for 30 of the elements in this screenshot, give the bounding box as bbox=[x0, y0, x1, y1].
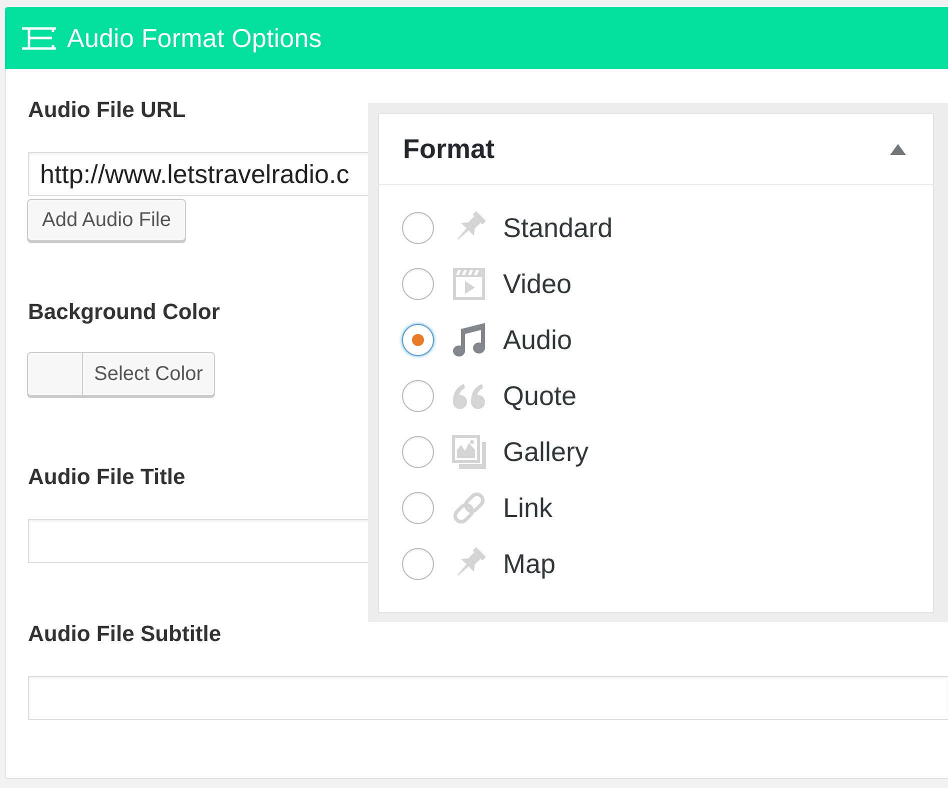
panel-title: Audio Format Options bbox=[67, 23, 322, 53]
format-option-label[interactable]: Standard bbox=[503, 212, 613, 244]
radio-button[interactable] bbox=[402, 492, 434, 524]
radio-button[interactable] bbox=[402, 212, 434, 244]
format-option-label[interactable]: Link bbox=[503, 492, 553, 524]
radio-button[interactable] bbox=[402, 380, 434, 412]
input-field[interactable] bbox=[28, 676, 948, 720]
format-option-label[interactable]: Map bbox=[503, 548, 556, 580]
video-icon bbox=[451, 266, 487, 302]
link-icon bbox=[451, 490, 487, 526]
radio-button[interactable] bbox=[402, 324, 434, 356]
color-swatch-icon bbox=[28, 353, 83, 395]
field-label: Audio File URL bbox=[28, 97, 186, 123]
format-option-label[interactable]: Quote bbox=[503, 380, 577, 412]
music-note-icon bbox=[451, 322, 487, 358]
logo-icon bbox=[22, 26, 56, 50]
format-option-label[interactable]: Video bbox=[503, 268, 572, 300]
add-file-button[interactable]: Add Audio File bbox=[27, 199, 186, 241]
radio-button[interactable] bbox=[402, 268, 434, 300]
field-label: Audio File Subtitle bbox=[28, 621, 222, 647]
radio-button[interactable] bbox=[402, 436, 434, 468]
radio-button[interactable] bbox=[402, 548, 434, 580]
collapse-caret-icon[interactable] bbox=[890, 144, 906, 154]
field-label: Audio File Title bbox=[28, 464, 186, 490]
gallery-icon bbox=[451, 434, 487, 470]
field-label: Background Color bbox=[28, 299, 220, 325]
format-box-title: Format bbox=[403, 134, 495, 164]
select-color-button[interactable]: Select Color bbox=[27, 352, 215, 396]
format-option-label[interactable]: Gallery bbox=[503, 436, 589, 468]
format-option-label[interactable]: Audio bbox=[503, 324, 572, 356]
